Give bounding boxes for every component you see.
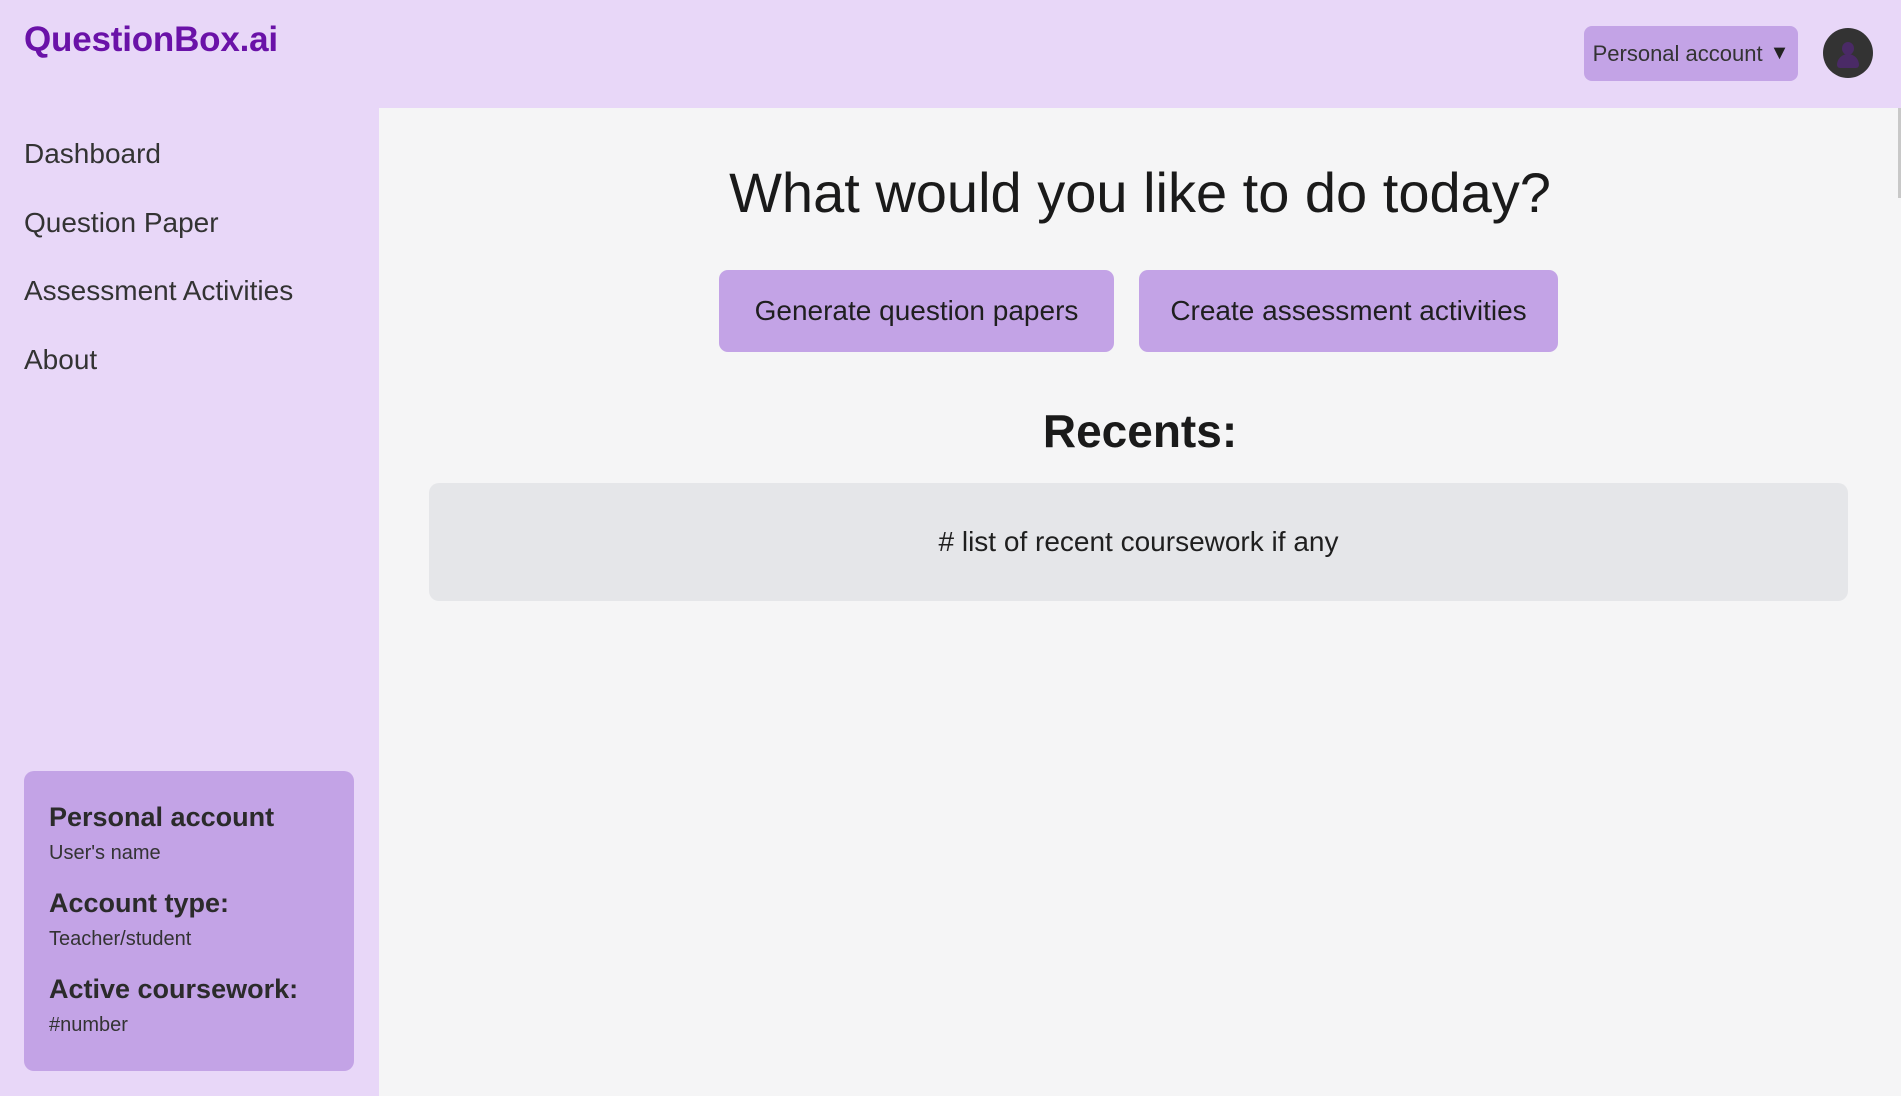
sidebar-item-assessment-activities[interactable]: Assessment Activities [24,275,293,307]
user-avatar-icon[interactable] [1823,28,1873,78]
recents-placeholder-text: # list of recent coursework if any [938,526,1339,557]
sidebar-item-dashboard[interactable]: Dashboard [24,138,161,170]
main-content: What would you like to do today? Generat… [379,108,1901,1096]
account-card-title: Personal account [49,802,275,832]
account-user-name: User's name [49,842,161,864]
recents-heading: Recents: [1042,405,1238,457]
generate-question-papers-button[interactable]: Generate question papers [719,270,1114,352]
sidebar: Dashboard Question Paper Assessment Acti… [0,108,379,1096]
account-dropdown-label: Personal account [1592,40,1763,66]
active-coursework-label: Active coursework: [49,974,299,1004]
caret-down-icon: ▼ [1769,42,1790,64]
recents-list: # list of recent coursework if any [429,483,1848,601]
top-header: QuestionBox.ai Personal account ▼ [0,0,1901,108]
account-dropdown[interactable]: Personal account ▼ [1584,26,1798,81]
sidebar-item-question-paper[interactable]: Question Paper [24,207,219,239]
account-type-label: Account type: [49,888,230,918]
active-coursework-value: #number [49,1014,128,1036]
avatar-shoulders-shape [1837,54,1859,68]
account-type-value: Teacher/student [49,928,192,950]
sidebar-item-about[interactable]: About [24,344,97,376]
account-info-card: Personal account User's name Account typ… [24,771,354,1071]
app-logo[interactable]: QuestionBox.ai [24,20,278,60]
create-assessment-activities-button[interactable]: Create assessment activities [1139,270,1558,352]
page-title: What would you like to do today? [729,161,1551,224]
